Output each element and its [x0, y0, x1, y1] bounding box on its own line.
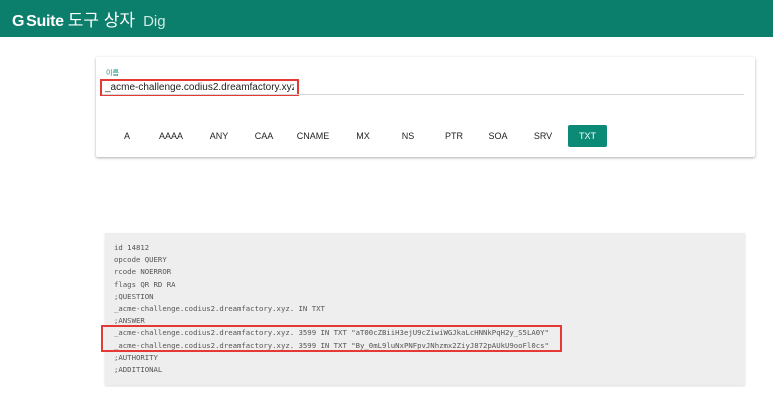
record-type-aaaa-button[interactable]: AAAA: [155, 125, 187, 147]
result-line: id 14812: [114, 243, 150, 252]
result-line: ;ADDITIONAL: [114, 365, 163, 374]
result-line: opcode QUERY: [114, 255, 167, 265]
brand-g: G: [12, 13, 25, 30]
record-type-a-button[interactable]: A: [116, 125, 138, 147]
result-line: rcode NOERROR: [114, 267, 172, 277]
record-type-buttons: A AAAA ANY CAA CNAME MX NS PTR SOA SRV TXT: [96, 125, 755, 147]
result-line: ;AUTHORITY: [114, 352, 158, 362]
record-type-srv-button[interactable]: SRV: [529, 125, 557, 147]
record-type-cname-button[interactable]: CNAME: [293, 125, 333, 147]
record-type-soa-button[interactable]: SOA: [484, 125, 512, 147]
app-brand[interactable]: G Suite 도구 상자 Dig: [12, 6, 166, 31]
app-name: Dig: [143, 13, 166, 30]
record-type-any-button[interactable]: ANY: [203, 125, 235, 147]
result-line: _acme-challenge.codius2.dreamfactory.xyz…: [114, 340, 549, 350]
dig-result-panel: id 14812 opcode QUERY rcode NOERROR flags Q…: [105, 233, 745, 385]
record-type-ptr-button[interactable]: PTR: [440, 125, 468, 147]
input-underline: [102, 94, 744, 95]
record-type-ns-button[interactable]: NS: [394, 125, 422, 147]
query-card: 이름 AAAAAANYCAACNAMEMXNSPTRSOASRVTXT: [96, 57, 755, 157]
result-line: _acme-challenge.codius2.dreamfactory.xyz…: [114, 328, 549, 338]
record-type-txt-button[interactable]: TXT: [568, 125, 607, 147]
result-line: ;QUESTION: [114, 291, 154, 301]
record-type-caa-button[interactable]: CAA: [249, 125, 279, 147]
brand-suite: Suite: [26, 13, 64, 30]
name-field-label: 이름: [106, 70, 119, 77]
app-header: G Suite 도구 상자 Dig: [0, 0, 773, 37]
record-type-mx-button[interactable]: MX: [349, 125, 377, 147]
result-line: _acme-challenge.codius2.dreamfactory.xyz…: [114, 304, 325, 313]
brand-tools: 도구 상자: [67, 11, 136, 30]
result-line: flags QR RD RA: [114, 279, 176, 289]
result-line: ;ANSWER: [114, 316, 145, 326]
